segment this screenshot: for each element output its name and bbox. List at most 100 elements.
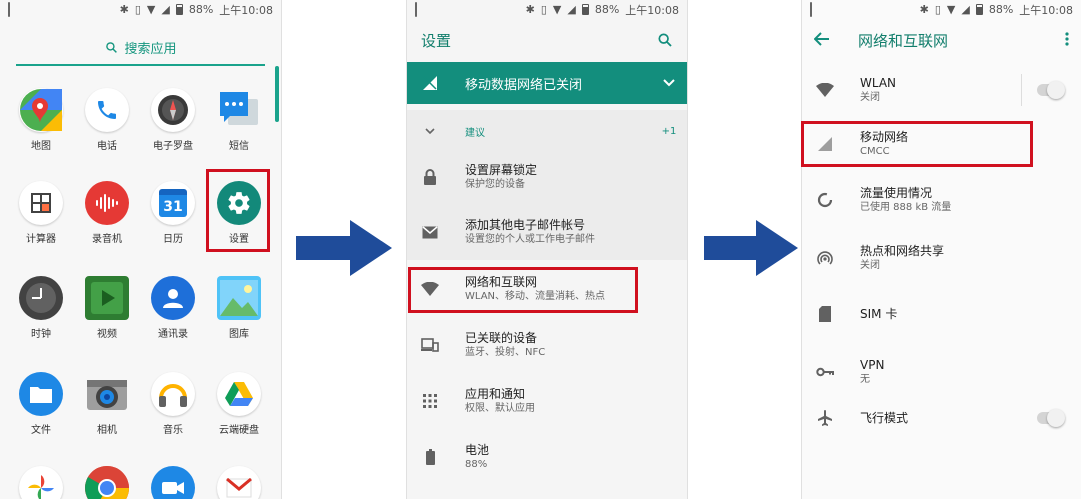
app-clock[interactable]: 时钟 xyxy=(11,276,71,341)
settings-connected-devices[interactable]: 已关联的设备 蓝牙、投射、NFC xyxy=(407,322,687,368)
row-title: SIM 卡 xyxy=(860,307,898,321)
battery-percent: 88% xyxy=(594,3,620,16)
maps-icon xyxy=(19,88,63,132)
app-drive[interactable]: 云端硬盘 xyxy=(209,372,269,437)
airplane-mode-toggle[interactable] xyxy=(1037,409,1065,427)
app-label: 时钟 xyxy=(31,329,51,340)
signal-icon: ◢ xyxy=(961,3,970,16)
app-label: 相机 xyxy=(97,425,117,436)
suggestions-header[interactable]: 建议 +1 xyxy=(407,118,687,144)
compass-icon xyxy=(151,88,195,132)
banner-text: 移动数据网络已关闭 xyxy=(465,77,583,93)
network-vpn[interactable]: VPN 无 xyxy=(802,349,1081,395)
app-contacts[interactable]: 通讯录 xyxy=(143,276,203,341)
app-photos[interactable] xyxy=(11,466,71,499)
clock-time: 上午10:08 xyxy=(219,3,273,17)
gallery-icon xyxy=(217,276,261,320)
suggestions-count: +1 xyxy=(661,125,677,137)
phone-icon xyxy=(85,88,129,132)
messages-icon xyxy=(217,88,261,132)
signal-icon: ◢ xyxy=(567,3,576,16)
row-subtitle: 设置您的个人或工作电子邮件 xyxy=(465,234,595,245)
app-files[interactable]: 文件 xyxy=(11,372,71,437)
row-subtitle: 无 xyxy=(860,374,870,385)
folder-icon xyxy=(19,372,63,416)
bluetooth-icon: ✱ xyxy=(525,3,535,16)
battery-icon xyxy=(425,449,435,465)
app-label: 电话 xyxy=(97,141,117,152)
row-subtitle: 权限、默认应用 xyxy=(465,403,535,414)
status-bar: ✱ ▯ ▼ ◢ 88% 上午10:08 xyxy=(802,0,1081,19)
app-music[interactable]: 音乐 xyxy=(143,372,203,437)
app-gmail[interactable] xyxy=(209,466,269,499)
signal-icon: ◢ xyxy=(161,3,170,16)
app-calculator[interactable]: 计算器 xyxy=(11,181,71,246)
suggestion-screen-lock[interactable]: 设置屏幕锁定 保护您的设备 xyxy=(407,154,687,200)
app-label: 录音机 xyxy=(92,234,122,245)
app-label: 文件 xyxy=(31,425,51,436)
wifi-status-icon: ▼ xyxy=(146,3,156,16)
app-maps[interactable]: 地图 xyxy=(11,88,71,153)
search-button[interactable] xyxy=(657,32,673,52)
app-label: 短信 xyxy=(229,141,249,152)
app-chrome[interactable] xyxy=(77,466,137,499)
app-duo[interactable] xyxy=(143,466,203,499)
settings-screen: ✱ ▯ ▼ ◢ 88% 上午10:08 设置 移动数据网络已关闭 建议 +1 设… xyxy=(406,0,688,499)
search-icon xyxy=(658,33,672,47)
app-video[interactable]: 视频 xyxy=(77,276,137,341)
camera-icon xyxy=(85,372,129,416)
clock-icon xyxy=(19,276,63,320)
calculator-icon xyxy=(19,181,63,225)
devices-icon xyxy=(421,338,439,352)
more-vert-icon xyxy=(1065,32,1069,46)
wlan-toggle[interactable] xyxy=(1037,81,1065,99)
row-title: WLAN xyxy=(860,76,897,90)
chevron-down-icon xyxy=(425,127,435,134)
app-messages[interactable]: 短信 xyxy=(209,88,269,153)
network-hotspot[interactable]: 热点和网络共享 关闭 xyxy=(802,235,1081,281)
arrow-back-icon xyxy=(813,32,829,46)
back-button[interactable] xyxy=(813,31,830,50)
suggestion-add-email[interactable]: 添加其他电子邮件帐号 设置您的个人或工作电子邮件 xyxy=(407,209,687,255)
network-internet-highlight-box xyxy=(408,267,638,313)
row-title: 已关联的设备 xyxy=(465,331,538,345)
scroll-thumb[interactable] xyxy=(275,66,279,122)
app-gallery[interactable]: 图库 xyxy=(209,276,269,341)
hotspot-icon xyxy=(817,251,833,265)
app-camera[interactable]: 相机 xyxy=(77,372,137,437)
more-options-button[interactable] xyxy=(1065,31,1069,50)
arrow-right-icon xyxy=(704,220,798,276)
clock-time: 上午10:08 xyxy=(1019,3,1073,17)
image-notification-icon xyxy=(415,2,417,17)
row-subtitle: 已使用 888 kB 流量 xyxy=(860,202,952,213)
image-notification-icon xyxy=(8,2,10,17)
app-label: 日历 xyxy=(163,234,183,245)
row-title: 飞行模式 xyxy=(860,411,909,425)
battery-percent: 88% xyxy=(988,3,1014,16)
app-recorder[interactable]: 录音机 xyxy=(77,181,137,246)
network-data-usage[interactable]: 流量使用情况 已使用 888 kB 流量 xyxy=(802,177,1081,223)
network-sim[interactable]: SIM 卡 xyxy=(802,291,1081,337)
app-calendar[interactable]: 31 日历 xyxy=(143,181,203,246)
chrome-icon xyxy=(85,466,129,499)
app-compass[interactable]: 电子罗盘 xyxy=(143,88,203,153)
vpn-key-icon xyxy=(816,367,834,377)
row-title: 应用和通知 xyxy=(465,387,526,401)
row-title: 流量使用情况 xyxy=(860,186,933,200)
search-underline xyxy=(16,64,265,66)
settings-battery[interactable]: 电池 88% xyxy=(407,434,687,480)
app-label: 云端硬盘 xyxy=(219,425,259,436)
app-phone[interactable]: 电话 xyxy=(77,88,137,153)
chevron-down-icon xyxy=(663,79,675,87)
banner-expand[interactable] xyxy=(649,79,687,87)
app-search-bar[interactable]: 搜索应用 xyxy=(0,30,281,64)
mobile-data-off-banner[interactable]: 移动数据网络已关闭 xyxy=(407,62,687,104)
cellular-off-icon xyxy=(423,76,437,90)
app-label: 音乐 xyxy=(163,425,183,436)
row-subtitle: 88% xyxy=(465,459,488,470)
vibrate-icon: ▯ xyxy=(934,3,941,16)
page-title: 网络和互联网 xyxy=(858,32,949,50)
settings-apps-notifications[interactable]: 应用和通知 权限、默认应用 xyxy=(407,378,687,424)
wifi-status-icon: ▼ xyxy=(946,3,956,16)
battery-percent: 88% xyxy=(188,3,214,16)
